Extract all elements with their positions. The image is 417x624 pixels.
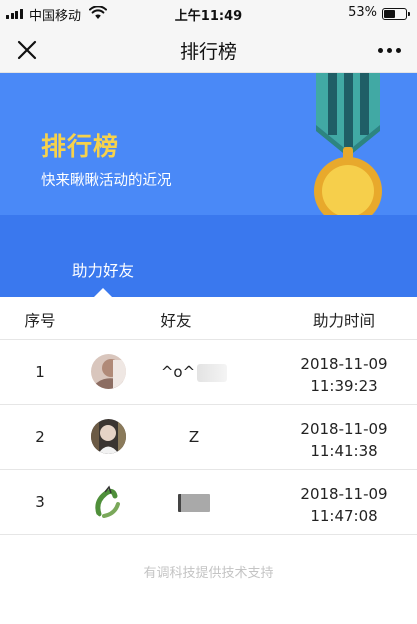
avatar [91, 484, 126, 519]
table-row: 1 ^o^ 2018-11-09 11:39:23 [0, 340, 417, 405]
page-title: 排行榜 [179, 41, 237, 63]
table-header: 序号 好友 助力时间 [0, 297, 417, 340]
row-date: 2018-11-09 [300, 355, 388, 373]
banner-title: 排行榜 [41, 132, 120, 161]
row-rank: 1 [35, 363, 45, 381]
friend-name: Z [188, 428, 200, 446]
header-time: 助力时间 [312, 312, 375, 330]
close-button[interactable] [12, 35, 42, 65]
row-time: 2018-11-09 11:41:38 [284, 418, 404, 462]
more-button[interactable] [371, 35, 407, 65]
row-time: 2018-11-09 11:39:23 [284, 353, 404, 397]
header-friend: 好友 [160, 312, 192, 330]
row-clock: 11:47:08 [310, 507, 378, 525]
row-clock: 11:41:38 [310, 442, 378, 460]
row-rank: 3 [35, 493, 45, 511]
tab-bar: 助力好友 [0, 215, 417, 297]
friend-name [136, 493, 252, 512]
banner-subtitle: 快来瞅瞅活动的近况 [41, 173, 172, 189]
medal-icon [314, 73, 382, 215]
status-bar: 中国移动 上午11:49 53% [0, 0, 417, 26]
avatar [91, 354, 126, 389]
header-rank: 序号 [24, 312, 56, 330]
close-icon [17, 40, 37, 60]
table-row: 2 Z 2018-11-09 11:41:38 [0, 405, 417, 470]
row-rank: 2 [35, 428, 45, 446]
row-time: 2018-11-09 11:47:08 [284, 483, 404, 527]
avatar [91, 419, 126, 454]
powered-by-text: 有调科技提供技术支持 [143, 566, 274, 581]
banner: 排行榜 快来瞅瞅活动的近况 [0, 73, 417, 215]
battery-percent: 53% [348, 5, 377, 20]
battery-level [384, 10, 396, 18]
row-clock: 11:39:23 [310, 377, 378, 395]
row-date: 2018-11-09 [300, 485, 388, 503]
more-icon [377, 47, 383, 53]
nav-bar: 排行榜 [0, 26, 417, 73]
friend-name: ^o^ [136, 363, 252, 382]
row-date: 2018-11-09 [300, 420, 388, 438]
table-row: 3 2018-11-09 11:47:08 [0, 470, 417, 535]
battery-icon [382, 8, 410, 20]
active-tab-indicator [94, 288, 112, 297]
